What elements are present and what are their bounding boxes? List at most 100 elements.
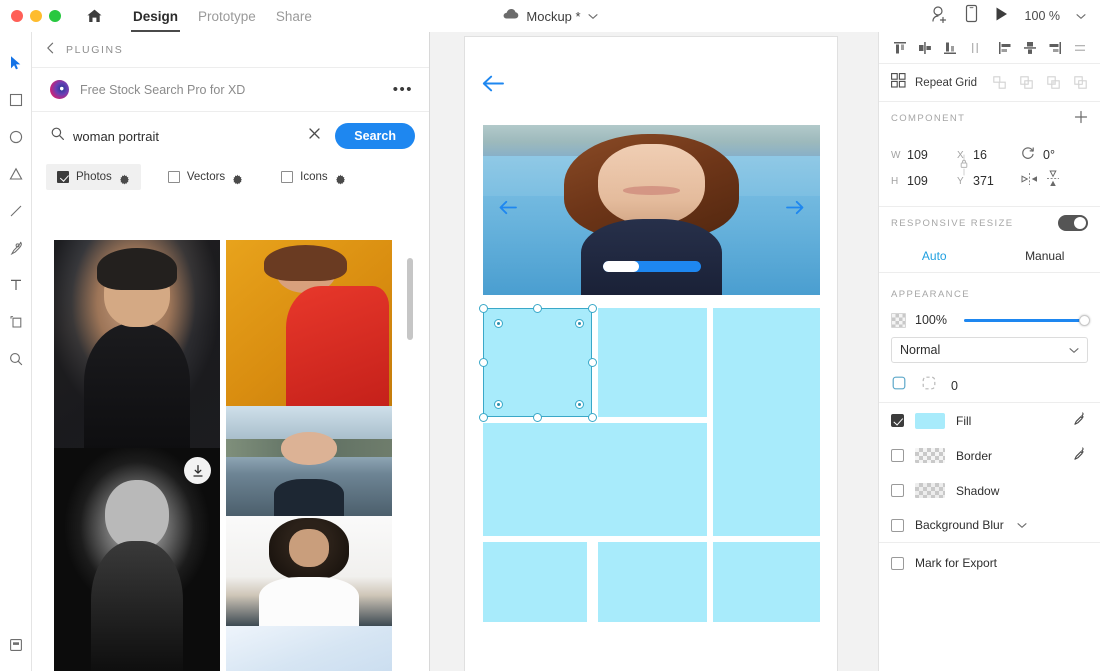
result-photo-1[interactable] — [54, 240, 220, 448]
rotation-field[interactable]: 0° — [1021, 146, 1055, 165]
align-horizontal-group[interactable] — [992, 35, 1092, 61]
grid-rect-selected[interactable] — [483, 308, 592, 417]
toolbar-bottom-group[interactable] — [0, 626, 32, 663]
result-photo-6[interactable] — [226, 516, 392, 626]
border-checkbox[interactable] — [891, 449, 904, 462]
maximize-window-button[interactable] — [49, 10, 61, 22]
mode-tabs[interactable]: Design Prototype Share — [123, 0, 322, 32]
chevron-left-icon[interactable] — [46, 41, 55, 59]
boolean-ops-group[interactable] — [987, 71, 1092, 95]
invite-coeditor-icon[interactable] — [930, 5, 949, 28]
triangle-tool[interactable] — [0, 155, 32, 192]
flip-buttons[interactable] — [1021, 170, 1060, 192]
window-controls[interactable] — [0, 10, 61, 22]
corner-radius-value[interactable]: 0 — [951, 379, 958, 393]
height-field[interactable]: H 109 — [891, 174, 957, 188]
width-value[interactable]: 109 — [907, 148, 928, 162]
transform-row-2[interactable]: H 109 Y 371 — [891, 168, 1088, 194]
transform-row-1[interactable]: W 109 X 16 0° — [891, 142, 1088, 168]
flip-horizontal-icon[interactable] — [1021, 172, 1038, 191]
close-window-button[interactable] — [11, 10, 23, 22]
rectangle-tool[interactable] — [0, 81, 32, 118]
repeat-grid-label[interactable]: Repeat Grid — [915, 77, 977, 89]
border-swatch[interactable] — [915, 448, 945, 463]
mark-for-export-checkbox[interactable] — [891, 556, 904, 570]
eyedropper-icon[interactable] — [1073, 411, 1088, 431]
result-photo-7[interactable] — [226, 626, 392, 671]
align-toolbar[interactable] — [879, 32, 1100, 64]
fill-row[interactable]: Fill — [879, 403, 1100, 438]
align-vertical-center-button[interactable] — [912, 35, 937, 61]
grid-rect-7[interactable] — [713, 542, 820, 622]
filter-vectors[interactable]: Vectors — [157, 164, 254, 190]
boolean-intersect-button[interactable] — [1041, 71, 1065, 95]
mark-for-export-row[interactable]: Mark for Export — [879, 543, 1100, 583]
resize-mode-auto[interactable]: Auto — [879, 239, 990, 272]
chevron-down-icon[interactable] — [588, 7, 598, 25]
resize-mode-manual[interactable]: Manual — [990, 239, 1100, 272]
layers-panel-icon[interactable] — [0, 626, 32, 663]
exclude-overlap-button[interactable] — [1068, 71, 1092, 95]
artboard[interactable] — [465, 37, 837, 671]
x-value[interactable]: 16 — [973, 148, 987, 162]
fill-swatch[interactable] — [915, 412, 945, 429]
blend-mode-select[interactable]: Normal — [891, 337, 1088, 363]
opacity-knob[interactable] — [1079, 314, 1090, 326]
boolean-add-button[interactable] — [987, 71, 1011, 95]
canvas-area[interactable] — [430, 32, 878, 671]
search-input-value[interactable]: woman portrait — [73, 129, 159, 144]
document-title[interactable]: Mockup * — [526, 9, 580, 24]
align-bottom-button[interactable] — [937, 35, 962, 61]
device-preview-icon[interactable] — [965, 4, 978, 28]
align-top-button[interactable] — [887, 35, 912, 61]
zoom-level[interactable]: 100 % — [1025, 9, 1060, 23]
hero-prev-arrow-icon[interactable] — [499, 200, 517, 220]
select-tool[interactable] — [0, 44, 32, 81]
line-tool[interactable] — [0, 192, 32, 229]
minimize-window-button[interactable] — [30, 10, 42, 22]
chevron-down-icon[interactable] — [1076, 7, 1086, 25]
result-photo-3[interactable] — [54, 448, 220, 671]
align-vertical-group[interactable] — [887, 35, 987, 61]
repeat-grid-row[interactable]: Repeat Grid — [879, 64, 1100, 102]
filter-photos-checkbox[interactable] — [57, 171, 69, 183]
hero-progress-bar[interactable] — [602, 261, 701, 272]
tab-share[interactable]: Share — [266, 0, 322, 32]
shadow-row[interactable]: Shadow — [879, 473, 1100, 508]
plugin-entry[interactable]: Free Stock Search Pro for XD ••• — [32, 68, 429, 112]
search-button[interactable]: Search — [335, 123, 415, 149]
shadow-swatch[interactable] — [915, 483, 945, 498]
gear-icon[interactable] — [335, 172, 346, 184]
eyedropper-icon[interactable] — [1073, 446, 1088, 466]
distribute-horizontal-button[interactable] — [962, 35, 987, 61]
hero-next-arrow-icon[interactable] — [786, 200, 804, 220]
grid-rect-3[interactable] — [713, 308, 820, 536]
gear-icon[interactable] — [232, 172, 243, 184]
filter-icons[interactable]: Icons — [270, 164, 357, 190]
magnifier-icon[interactable] — [0, 340, 32, 377]
result-photo-4[interactable] — [226, 406, 392, 516]
opacity-value[interactable]: 100% — [915, 313, 955, 327]
arrow-left-icon[interactable] — [482, 75, 504, 97]
scrollbar-thumb[interactable] — [407, 258, 413, 340]
height-value[interactable]: 109 — [907, 174, 928, 188]
corner-radius-individual-icon[interactable] — [921, 375, 937, 396]
y-value[interactable]: 371 — [973, 174, 994, 188]
grid-rect-2[interactable] — [598, 308, 707, 417]
plus-icon[interactable] — [1074, 110, 1088, 126]
transform-section[interactable]: W 109 X 16 0° H 109 Y 371 — [879, 134, 1100, 207]
filter-vectors-checkbox[interactable] — [167, 171, 180, 183]
tools-toolbar[interactable] — [0, 32, 32, 671]
hero-image[interactable] — [483, 125, 820, 295]
align-right-button[interactable] — [1042, 35, 1067, 61]
rotation-value[interactable]: 0° — [1043, 148, 1055, 162]
filter-icons-checkbox[interactable] — [281, 171, 294, 183]
corner-radius-row[interactable]: 0 — [879, 369, 1100, 403]
pen-tool[interactable] — [0, 229, 32, 266]
background-blur-checkbox[interactable] — [891, 518, 904, 532]
border-row[interactable]: Border — [879, 438, 1100, 473]
close-x-icon[interactable] — [302, 127, 327, 145]
boolean-subtract-button[interactable] — [1014, 71, 1038, 95]
fill-checkbox[interactable] — [891, 414, 904, 427]
grid-rect-4[interactable] — [483, 423, 707, 536]
